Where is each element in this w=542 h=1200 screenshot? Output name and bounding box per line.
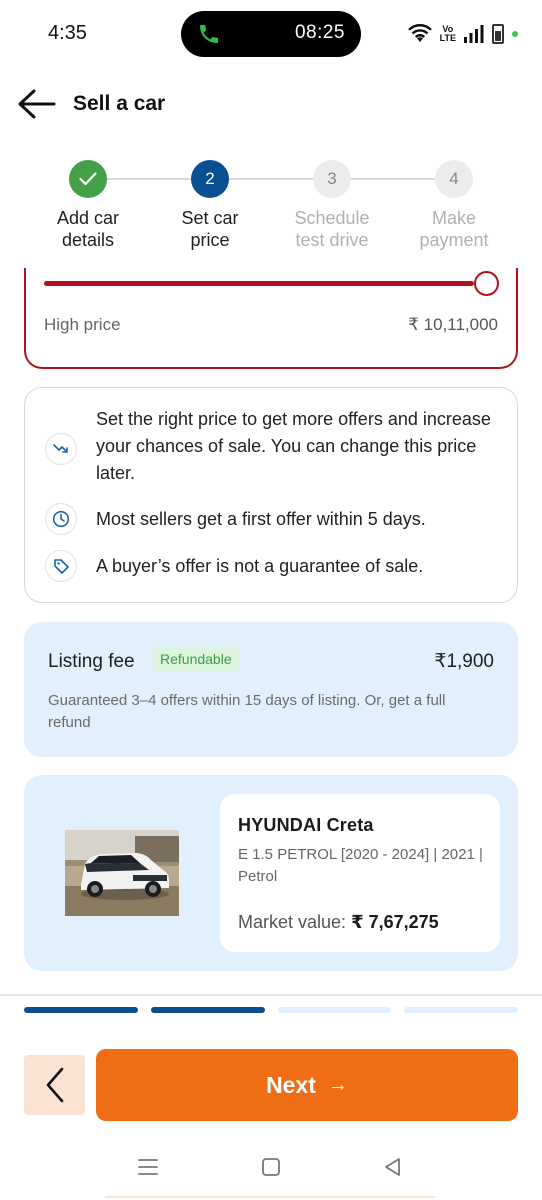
price-slider-track[interactable] — [44, 281, 474, 286]
market-value: Market value: ₹ 7,67,275 — [238, 912, 439, 933]
ongoing-call-pill[interactable]: 08:25 — [181, 11, 361, 57]
price-card: High price ₹ 10,11,000 — [24, 268, 518, 369]
trend-down-icon — [45, 433, 77, 465]
volte-icon: Vo LTE — [439, 24, 456, 43]
step-number: 3 — [313, 160, 351, 198]
page-title: Sell a car — [73, 92, 166, 115]
previous-button[interactable] — [24, 1055, 85, 1115]
listing-fee-card: Listing fee Refundable ₹1,900 Guaranteed… — [24, 622, 518, 757]
home-button[interactable] — [258, 1154, 284, 1180]
market-value-label: Market value: — [238, 912, 347, 932]
next-button[interactable]: Next → — [96, 1049, 518, 1121]
gesture-hint-line — [105, 1196, 435, 1198]
phone-icon — [200, 25, 218, 43]
tip-row: Set the right price to get more offers a… — [45, 406, 496, 487]
market-value-amount: ₹ 7,67,275 — [351, 912, 439, 932]
step-label: Set car price — [181, 208, 239, 250]
battery-icon — [492, 24, 504, 44]
high-price-label: High price — [44, 315, 121, 334]
back-button[interactable] — [14, 82, 58, 126]
progress-segment — [150, 1007, 265, 1013]
triangle-back-icon — [385, 1158, 400, 1176]
step-schedule-test-drive: 3 Schedule test drive — [272, 158, 392, 251]
footer-divider — [0, 994, 542, 996]
tag-icon — [45, 550, 77, 582]
car-summary-card: HYUNDAI Creta E 1.5 PETROL [2020 - 2024]… — [24, 775, 518, 971]
arrow-right-icon: → — [327, 1073, 348, 1096]
app-header: Sell a car — [0, 72, 542, 136]
menu-icon — [138, 1159, 158, 1175]
step-make-payment: 4 Make payment — [394, 158, 514, 251]
refundable-badge: Refundable — [153, 647, 239, 671]
listing-fee-amount: ₹1,900 — [434, 651, 494, 672]
call-timer: 08:25 — [294, 22, 345, 43]
progress-segment — [404, 1007, 518, 1013]
home-square-icon — [262, 1158, 280, 1176]
step-add-car-details: Add car details — [28, 158, 148, 251]
car-name: HYUNDAI Creta — [238, 815, 374, 835]
status-time: 4:35 — [48, 22, 87, 44]
listing-fee-description: Guaranteed 3–4 offers within 15 days of … — [48, 692, 446, 731]
form-progress-bar — [24, 1007, 518, 1013]
privacy-dot — [512, 31, 518, 37]
car-variant: E 1.5 PETROL [2020 - 2024] | 2021 | Petr… — [238, 846, 483, 885]
pricing-tips-card: Set the right price to get more offers a… — [24, 387, 518, 603]
progress-segment — [24, 1007, 138, 1013]
step-label: Make payment — [419, 208, 489, 250]
clock-icon — [45, 503, 77, 535]
tip-text: Set the right price to get more offers a… — [96, 409, 491, 483]
car-info-panel: HYUNDAI Creta E 1.5 PETROL [2020 - 2024]… — [220, 794, 500, 952]
recent-apps-button[interactable] — [135, 1154, 161, 1180]
step-set-car-price: 2 Set car price — [150, 158, 270, 251]
step-label: Add car details — [56, 208, 120, 250]
tip-row: A buyer’s offer is not a guarantee of sa… — [45, 550, 496, 582]
progress-segment — [277, 1007, 392, 1013]
listing-fee-title: Listing fee — [48, 651, 135, 672]
step-number: 4 — [435, 160, 473, 198]
high-price-value: ₹ 10,11,000 — [408, 315, 498, 334]
signal-icon — [464, 25, 484, 43]
status-bar: 4:35 08:25 Vo LTE — [0, 0, 542, 68]
check-icon — [69, 160, 107, 198]
next-button-label: Next — [266, 1071, 316, 1098]
system-back-button[interactable] — [380, 1154, 406, 1180]
arrow-left-icon — [18, 89, 56, 119]
tip-row: Most sellers get a first offer within 5 … — [45, 503, 496, 535]
step-number: 2 — [191, 160, 229, 198]
scroll-content[interactable]: High price ₹ 10,11,000 Set the right pri… — [0, 268, 542, 994]
progress-stepper: Add car details 2 Set car price 3 Schedu… — [0, 158, 542, 258]
tip-text: A buyer’s offer is not a guarantee of sa… — [96, 556, 424, 576]
chevron-left-icon — [46, 1067, 63, 1103]
price-slider-handle[interactable] — [474, 271, 499, 296]
system-nav-bar — [0, 1140, 542, 1194]
car-photo — [65, 830, 179, 916]
wifi-icon — [407, 24, 432, 42]
step-label: Schedule test drive — [294, 208, 370, 250]
tip-text: Most sellers get a first offer within 5 … — [96, 509, 426, 529]
